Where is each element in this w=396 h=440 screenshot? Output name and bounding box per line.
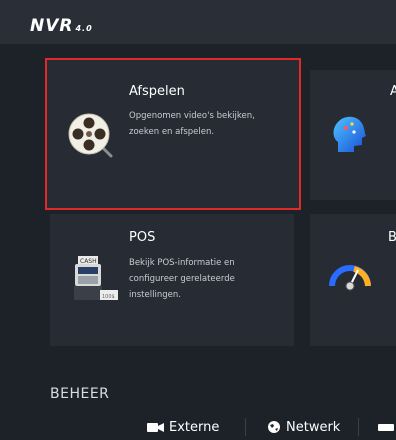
card-ai[interactable]: A xyxy=(310,70,396,200)
tab-netwerk[interactable]: Netwerk xyxy=(267,418,340,436)
film-reel-icon xyxy=(67,112,115,160)
main-content: Afspelen Opgenomen video's bekijken, zoe… xyxy=(0,44,396,440)
tab-storage[interactable] xyxy=(378,418,394,436)
tab-separator xyxy=(358,418,359,436)
card-title: Afspelen xyxy=(129,84,185,99)
logo-version: 4.0 xyxy=(75,24,93,33)
card-playback[interactable]: Afspelen Opgenomen video's bekijken, zoe… xyxy=(45,58,301,210)
svg-text:CASH: CASH xyxy=(80,258,97,265)
card-title: A xyxy=(390,84,396,99)
tab-label: Externe xyxy=(169,419,220,435)
ai-head-icon xyxy=(330,112,368,156)
svg-text:100$: 100$ xyxy=(102,294,115,300)
camera-icon xyxy=(147,421,165,433)
card-b[interactable]: B xyxy=(310,214,396,346)
globe-icon xyxy=(267,420,281,434)
card-description: Opgenomen video's bekijken, zoeken en af… xyxy=(129,111,255,137)
tab-label: Netwerk xyxy=(286,419,341,435)
tab-separator xyxy=(245,418,246,436)
nvr-logo: NVR 4.0 xyxy=(30,18,93,37)
card-description: Bekijk POS-informatie en configureer ger… xyxy=(129,258,235,300)
card-title: POS xyxy=(129,230,156,245)
gauge-icon xyxy=(328,252,372,292)
logo-text: NVR xyxy=(30,16,74,36)
storage-icon xyxy=(378,421,394,433)
tab-externe[interactable]: Externe xyxy=(147,418,219,436)
card-pos[interactable]: CASH 100$ POS Bekijk POS-informatie en c… xyxy=(50,214,294,346)
management-tabbar: Externe Netwerk xyxy=(0,414,396,440)
top-bar: NVR 4.0 xyxy=(0,0,396,44)
cash-register-icon: CASH 100$ xyxy=(72,254,120,304)
card-title: B xyxy=(388,230,396,245)
section-title-beheer: BEHEER xyxy=(50,386,110,402)
